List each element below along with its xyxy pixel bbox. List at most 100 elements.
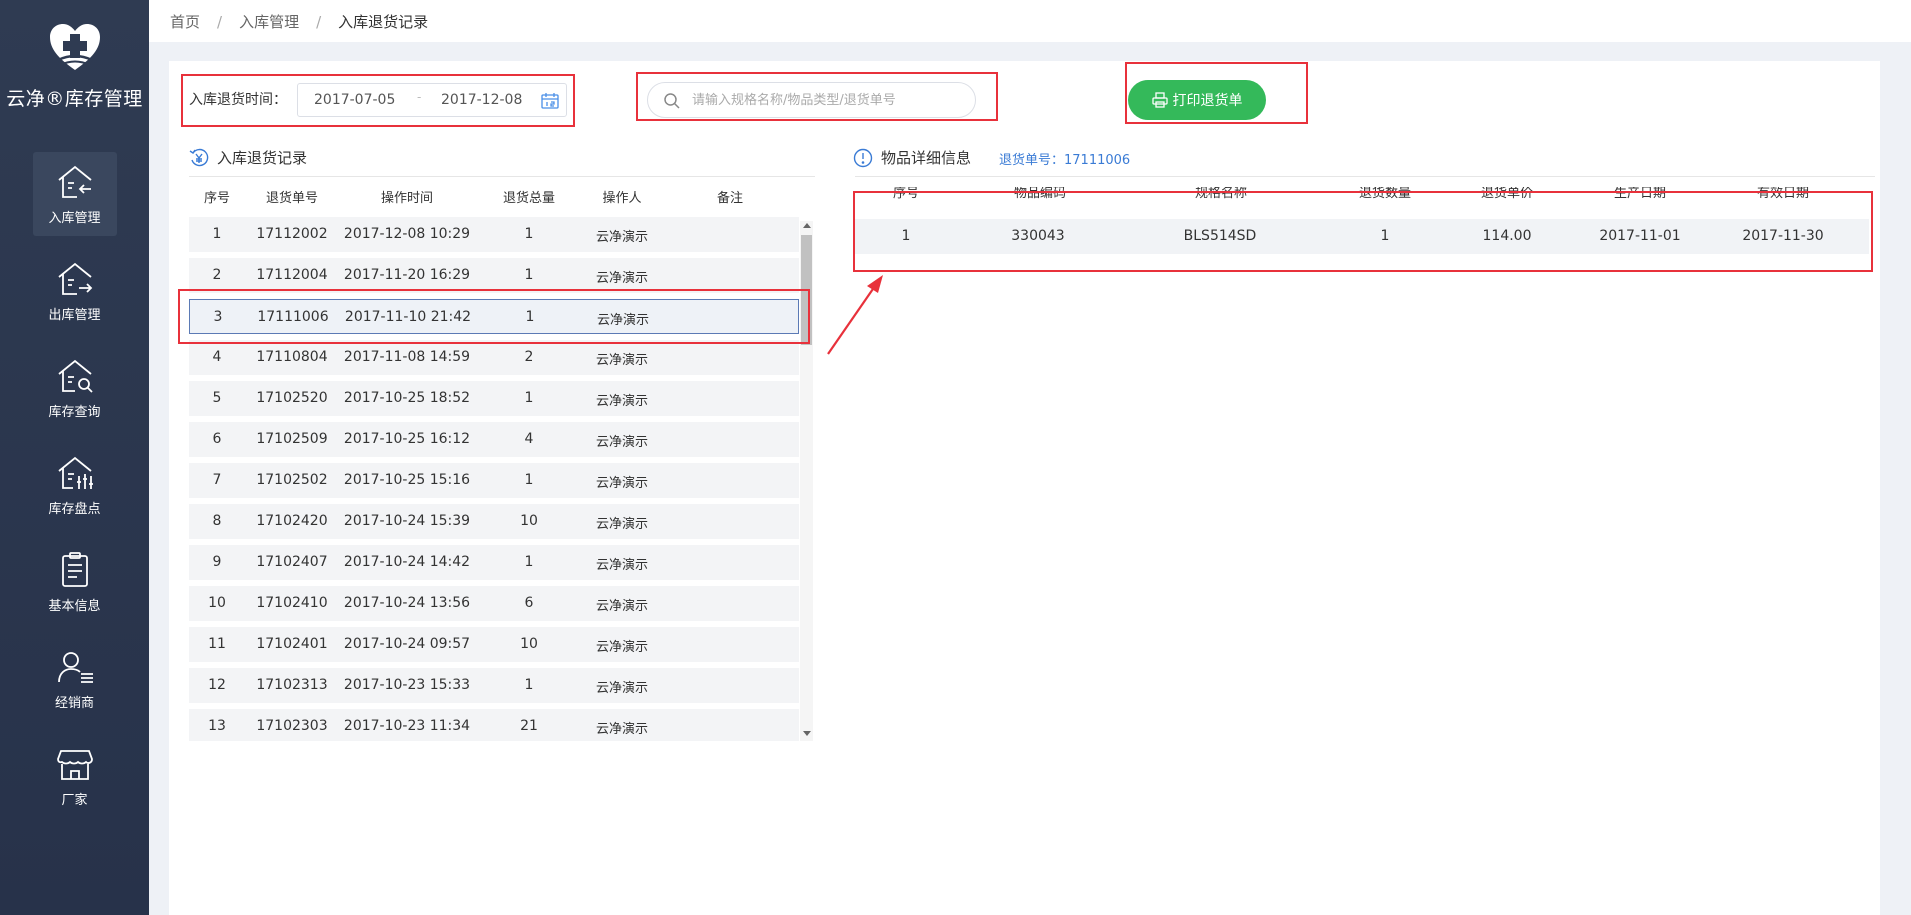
details-title-text: 物品详细信息 xyxy=(881,149,972,167)
column-header[interactable]: 序号 xyxy=(204,187,230,206)
table-row[interactable]: 7 17102502 2017-10-25 15:16 1 云净演示 xyxy=(189,463,799,498)
table-row[interactable]: 10 17102410 2017-10-24 13:56 6 云净演示 xyxy=(189,586,799,621)
table-row[interactable]: 6 17102509 2017-10-25 16:12 4 云净演示 xyxy=(189,422,799,457)
table-cell: 21 xyxy=(520,718,538,734)
inbound-house-icon xyxy=(57,165,92,198)
table-row[interactable]: 5 17102520 2017-10-25 18:52 1 云净演示 xyxy=(189,381,799,416)
clipboard-icon xyxy=(61,551,88,587)
table-cell: 2017-10-25 16:12 xyxy=(343,431,471,447)
table-row[interactable]: 4 17110804 2017-11-08 14:59 2 云净演示 xyxy=(189,340,799,375)
table-cell: 13 xyxy=(208,718,226,734)
table-cell: 2 xyxy=(524,349,534,365)
table-cell: 17102420 xyxy=(256,513,328,529)
table-cell: 17112004 xyxy=(256,267,328,283)
table-cell: 17112002 xyxy=(256,226,328,242)
table-cell: 2017-11-20 16:29 xyxy=(343,267,471,283)
date-start-value[interactable]: 2017-07-05 xyxy=(314,92,395,108)
table-cell: 10 xyxy=(520,636,538,652)
column-header[interactable]: 操作时间 xyxy=(381,187,433,206)
table-cell: 云净演示 xyxy=(595,435,649,450)
details-section-title: 物品详细信息 xyxy=(853,147,971,168)
table-cell: 7 xyxy=(212,472,222,488)
table-cell: 6 xyxy=(212,431,222,447)
table-cell: 2017-10-24 15:39 xyxy=(343,513,471,529)
breadcrumb-separator: / xyxy=(316,12,322,31)
table-cell: 1 xyxy=(524,677,534,693)
breadcrumb-inbound[interactable]: 入库管理 xyxy=(239,11,299,32)
table-cell: 2017-10-25 15:16 xyxy=(343,472,471,488)
column-header[interactable]: 操作人 xyxy=(602,187,641,206)
sidebar-item-label: 入库管理 xyxy=(48,210,101,226)
table-cell: 云净演示 xyxy=(595,353,649,368)
table-cell: 17102520 xyxy=(256,390,328,406)
table-row[interactable]: 13 17102303 2017-10-23 11:34 21 云净演示 xyxy=(189,709,799,741)
column-header[interactable]: 备注 xyxy=(717,187,743,206)
table-cell: 1 xyxy=(212,226,222,242)
table-row[interactable]: 1 17112002 2017-12-08 10:29 1 云净演示 xyxy=(189,217,799,252)
table-cell: 云净演示 xyxy=(595,558,649,573)
table-cell: 云净演示 xyxy=(595,271,649,286)
search-box[interactable] xyxy=(647,82,976,118)
printer-icon xyxy=(1151,92,1168,108)
scroll-down-arrow-icon[interactable] xyxy=(803,731,811,736)
table-cell: 2017-10-25 18:52 xyxy=(343,390,471,406)
table-cell: 云净演示 xyxy=(595,722,649,737)
sidebar-nav: 入库管理 出库管理 库存查询 库存盘点 基本信息 经销商 厂家 xyxy=(0,152,149,831)
table-cell: 云净演示 xyxy=(595,230,649,245)
table-cell: 11 xyxy=(208,636,226,652)
table-cell: 10 xyxy=(208,595,226,611)
column-header[interactable]: 退货总量 xyxy=(503,187,555,206)
scroll-up-arrow-icon[interactable] xyxy=(803,223,811,228)
table-cell: 1 xyxy=(524,390,534,406)
date-end-value[interactable]: 2017-12-08 xyxy=(441,92,522,108)
store-icon xyxy=(56,749,93,780)
sidebar-item-basic-info[interactable]: 基本信息 xyxy=(33,540,117,624)
table-cell: 2017-10-24 14:42 xyxy=(343,554,471,570)
date-range-picker[interactable]: 2017-07-05 - 2017-12-08 xyxy=(297,83,567,117)
date-separator: - xyxy=(417,90,422,104)
column-header[interactable]: 退货单号 xyxy=(266,187,318,206)
sidebar-item-outbound[interactable]: 出库管理 xyxy=(33,249,117,333)
breadcrumb: 首页 / 入库管理 / 入库退货记录 xyxy=(170,11,428,32)
table-cell: 2017-10-23 11:34 xyxy=(343,718,471,734)
sidebar-item-label: 库存查询 xyxy=(48,404,101,420)
date-filter-label: 入库退货时间： xyxy=(189,92,287,108)
table-cell: 17110804 xyxy=(256,349,328,365)
table-cell: 2017-10-24 09:57 xyxy=(343,636,471,652)
sidebar-item-manufacturer[interactable]: 厂家 xyxy=(33,734,117,818)
print-button-label: 打印退货单 xyxy=(1172,93,1243,109)
stock-search-icon xyxy=(57,359,93,393)
sidebar-item-label: 库存盘点 xyxy=(48,501,101,517)
table-cell: 17102410 xyxy=(256,595,328,611)
table-cell: 1 xyxy=(524,554,534,570)
details-divider xyxy=(855,176,1875,177)
table-cell: 4 xyxy=(524,431,534,447)
records-table-header: 序号 退货单号 操作时间 退货总量 操作人 备注 xyxy=(189,187,799,207)
highlight-box-details xyxy=(853,191,1873,272)
table-cell: 云净演示 xyxy=(595,599,649,614)
table-row[interactable]: 8 17102420 2017-10-24 15:39 10 云净演示 xyxy=(189,504,799,539)
table-cell: 17102509 xyxy=(256,431,328,447)
sidebar-item-dealer[interactable]: 经销商 xyxy=(33,637,117,721)
calendar-icon[interactable] xyxy=(541,92,559,109)
info-icon xyxy=(853,148,873,167)
table-row[interactable]: 11 17102401 2017-10-24 09:57 10 云净演示 xyxy=(189,627,799,662)
table-cell: 17102401 xyxy=(256,636,328,652)
table-cell: 1 xyxy=(524,267,534,283)
sidebar-item-stock-query[interactable]: 库存查询 xyxy=(33,346,117,430)
heart-cross-logo-icon xyxy=(49,24,100,70)
app-title: 云净®库存管理 xyxy=(6,88,143,110)
stock-check-icon xyxy=(57,456,93,489)
table-cell: 4 xyxy=(212,349,222,365)
table-row[interactable]: 9 17102407 2017-10-24 14:42 1 云净演示 xyxy=(189,545,799,580)
sidebar-item-inbound[interactable]: 入库管理 xyxy=(32,152,117,236)
table-row[interactable]: 2 17112004 2017-11-20 16:29 1 云净演示 xyxy=(189,258,799,293)
breadcrumb-home[interactable]: 首页 xyxy=(170,11,200,32)
details-return-number: 退货单号：17111006 xyxy=(999,153,1131,168)
print-return-button[interactable]: 打印退货单 xyxy=(1128,80,1266,120)
sidebar-item-stock-check[interactable]: 库存盘点 xyxy=(33,443,117,527)
table-cell: 17102407 xyxy=(256,554,328,570)
search-input[interactable] xyxy=(692,89,962,111)
table-cell: 1 xyxy=(524,472,534,488)
table-row[interactable]: 12 17102313 2017-10-23 15:33 1 云净演示 xyxy=(189,668,799,703)
